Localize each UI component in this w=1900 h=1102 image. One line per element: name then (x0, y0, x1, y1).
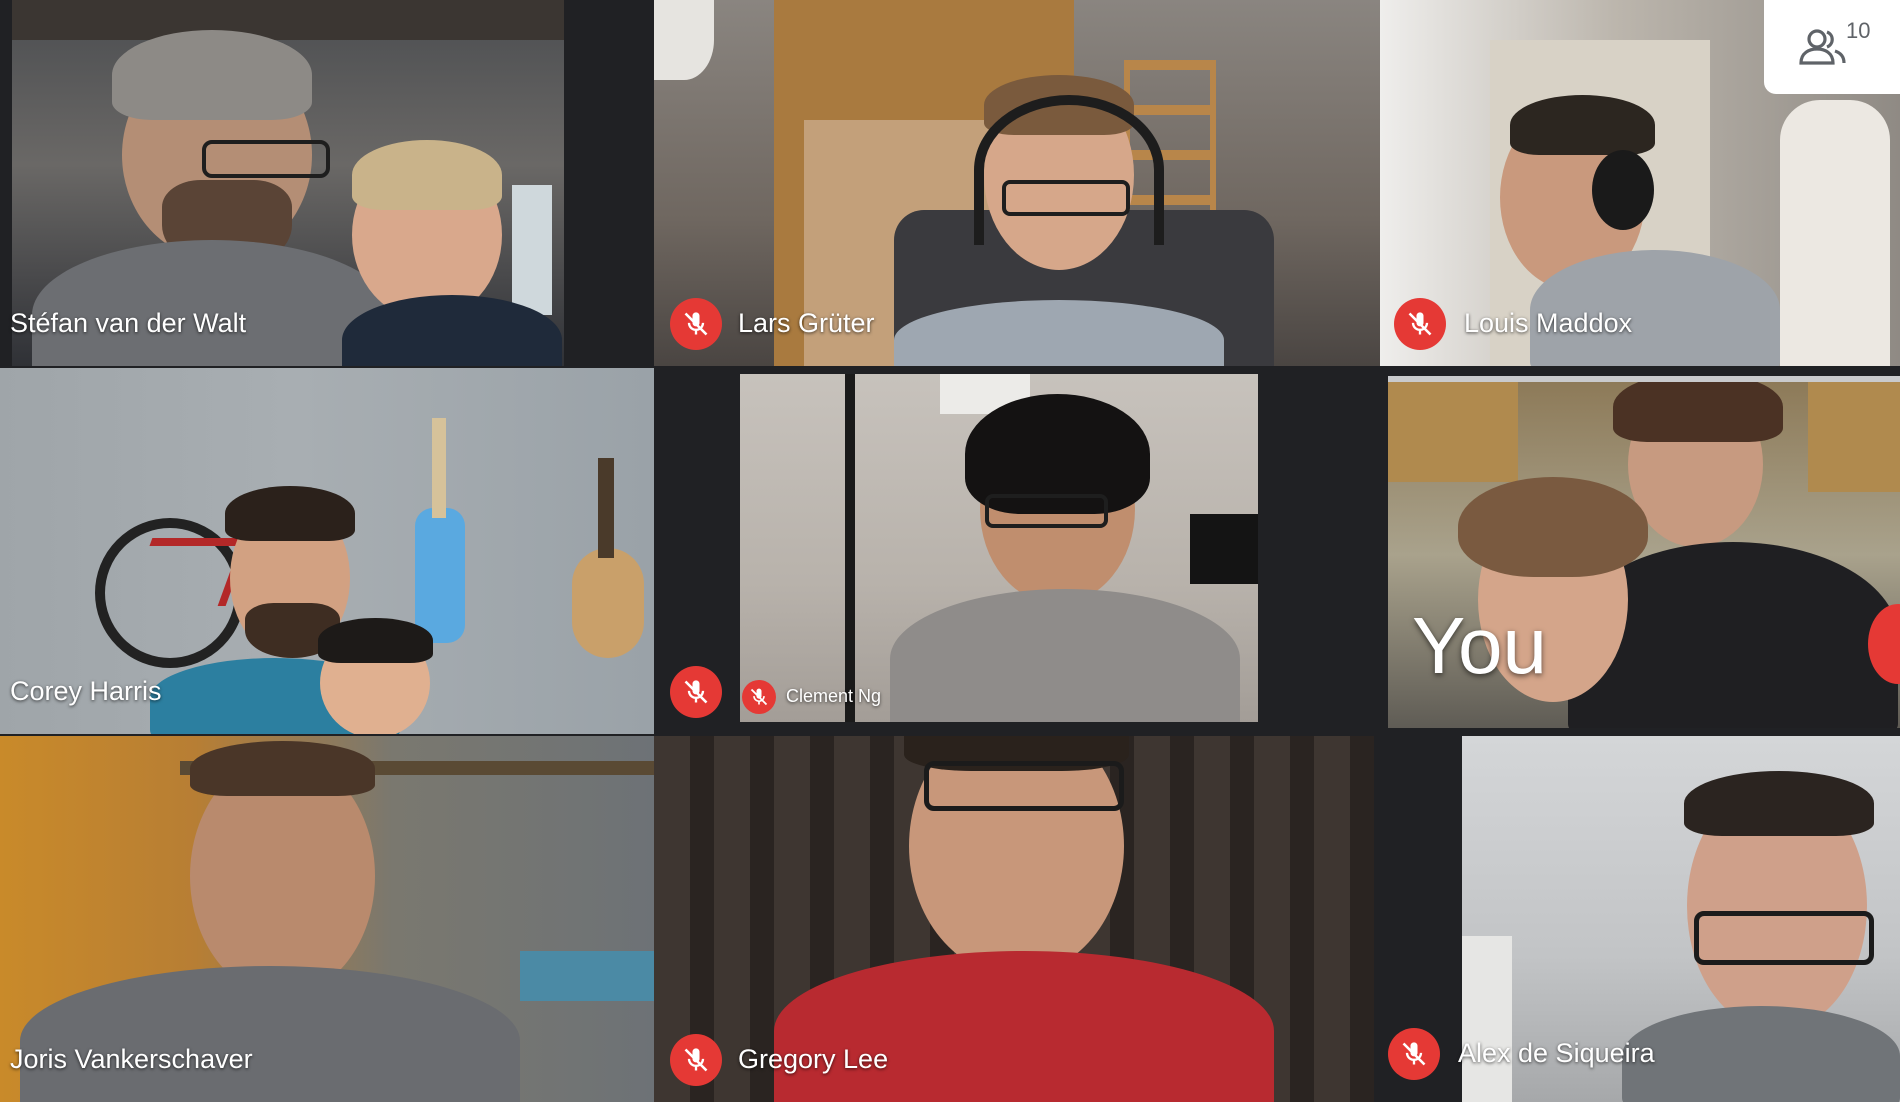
guitar-electric (415, 508, 465, 643)
video-tile-clement[interactable]: Clement Ng (654, 368, 1380, 734)
mic-off-icon (684, 680, 708, 704)
participant-name: Lars Grüter (738, 308, 875, 338)
video-feed (740, 374, 1258, 722)
video-tile-alex[interactable]: Alex de Siqueira (1380, 736, 1900, 1102)
participant-name: Clement Ng (786, 686, 882, 706)
self-label: You (1412, 601, 1547, 690)
door (1462, 936, 1512, 1102)
monitor (1190, 514, 1258, 584)
child-hair (1458, 477, 1648, 577)
child-hair (352, 140, 502, 210)
person-glasses (985, 494, 1108, 528)
guitar-acoustic (572, 548, 644, 658)
kitchen-cabinet (1808, 382, 1900, 492)
sculpture (1780, 100, 1890, 366)
participant-name: Joris Vankerschaver (10, 1044, 253, 1074)
headphones (974, 95, 1164, 245)
guitar-acoustic-neck (598, 458, 614, 558)
participant-name: Gregory Lee (738, 1044, 889, 1074)
mic-off-icon (1402, 1042, 1426, 1066)
mic-off-icon (1408, 312, 1432, 336)
kitchen-cabinet (1388, 382, 1518, 482)
participant-count: 10 (1846, 18, 1871, 43)
person-hair (225, 486, 355, 541)
person-body (890, 589, 1240, 722)
person-glasses (1694, 911, 1874, 965)
person-hair (1613, 382, 1783, 442)
mic-off-icon (684, 312, 708, 336)
muted-badge (670, 298, 722, 350)
headphones (1592, 150, 1654, 230)
person-body (20, 966, 520, 1102)
person-glasses (924, 761, 1124, 811)
box-blue (520, 951, 654, 1001)
muted-badge (670, 666, 722, 718)
video-tile-self[interactable]: You (1380, 368, 1900, 734)
participant-name: Corey Harris (10, 676, 162, 706)
muted-badge (1394, 298, 1446, 350)
ceiling-beam (12, 0, 564, 40)
participant-name: Stéfan van der Walt (10, 308, 247, 338)
video-tile-corey[interactable]: Corey Harris (0, 368, 654, 734)
person-body (774, 951, 1274, 1102)
muted-badge (670, 1034, 722, 1086)
video-tile-gregory[interactable]: Gregory Lee (654, 736, 1380, 1102)
person-body (1622, 1006, 1900, 1102)
participant-name: Louis Maddox (1464, 308, 1633, 338)
floor-lamp (845, 374, 855, 722)
person-glasses (202, 140, 330, 178)
person-hair (112, 30, 312, 120)
participants-button[interactable]: 10 (1764, 0, 1900, 94)
child-hair (318, 618, 433, 663)
window-light (512, 185, 552, 315)
mic-off-icon (750, 688, 768, 706)
person-body (32, 240, 392, 366)
people-icon (1799, 29, 1846, 65)
inner-muted-badge (742, 680, 776, 714)
participant-name: Alex de Siqueira (1458, 1038, 1655, 1068)
person-hair (1510, 95, 1655, 155)
person-hair (1684, 771, 1874, 836)
mic-off-icon (684, 1048, 708, 1072)
person-glasses (1002, 180, 1130, 216)
video-tile-lars[interactable]: Lars Grüter (654, 0, 1380, 366)
person-hair (190, 741, 375, 796)
video-tile-joris[interactable]: Joris Vankerschaver (0, 736, 654, 1102)
video-tile-stefan[interactable]: Stéfan van der Walt (0, 0, 654, 366)
lamp-shade (654, 0, 714, 80)
guitar-electric-neck (432, 418, 446, 518)
muted-badge (1388, 1028, 1440, 1080)
